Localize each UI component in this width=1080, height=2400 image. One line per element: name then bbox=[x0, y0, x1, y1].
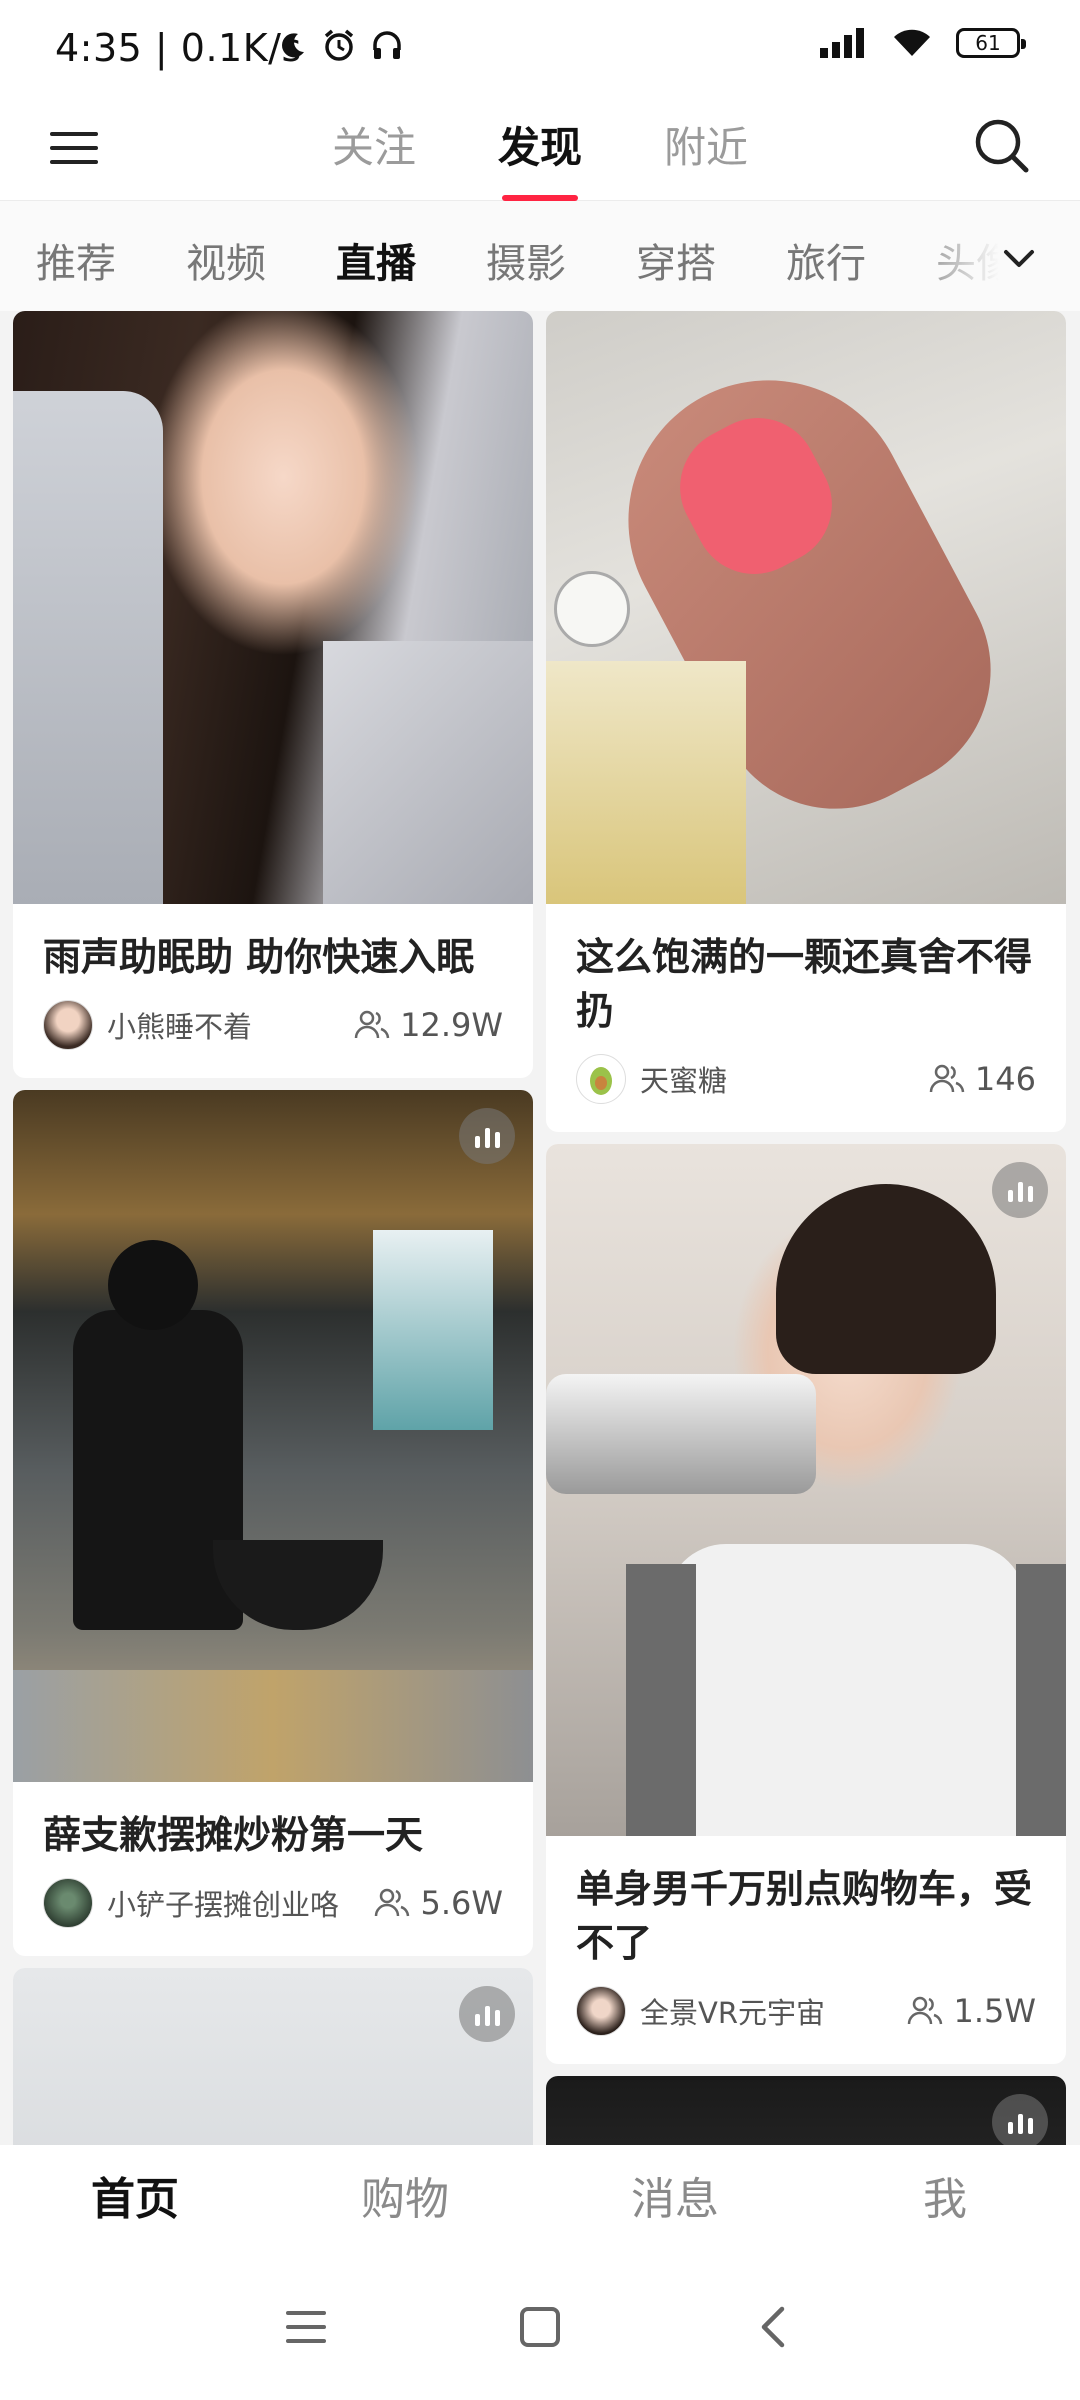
author-name: 全景VR元宇宙 bbox=[640, 1996, 825, 2030]
top-navigation: 关注 发现 附近 bbox=[0, 96, 1080, 201]
system-navigation-bar bbox=[0, 2255, 1080, 2400]
card-title: 这么饱满的一颗还真舍不得扔 bbox=[576, 935, 1033, 1033]
card-title: 薛支歉摆摊炒粉第一天 bbox=[43, 1813, 424, 1857]
channel-live[interactable]: 直播 bbox=[336, 231, 416, 289]
cover-image bbox=[13, 1090, 533, 1782]
viewer-count: 146 bbox=[929, 1060, 1036, 1098]
feed-card[interactable] bbox=[13, 1968, 533, 2145]
channel-photography[interactable]: 摄影 bbox=[486, 231, 566, 289]
card-author[interactable]: 小熊睡不着 bbox=[43, 1000, 252, 1050]
tab-me[interactable]: 我 bbox=[810, 2145, 1080, 2255]
live-indicator-icon bbox=[459, 1108, 515, 1164]
signal-icon bbox=[820, 28, 864, 58]
chevron-down-icon[interactable] bbox=[996, 235, 1042, 281]
feed-card[interactable] bbox=[546, 2076, 1066, 2145]
cover-image bbox=[546, 2076, 1066, 2145]
bottom-navigation: 首页 购物 消息 我 bbox=[0, 2145, 1080, 2255]
avatar bbox=[576, 1054, 626, 1104]
viewer-count: 1.5W bbox=[907, 1992, 1036, 2030]
tab-following[interactable]: 关注 bbox=[332, 114, 416, 187]
feed-card[interactable]: 雨声助眠助 助你快速入眠 小熊睡不着 12.9W bbox=[13, 311, 533, 1078]
people-icon bbox=[375, 1888, 410, 1917]
card-title: 单身男千万别点购物车，受不了 bbox=[576, 1867, 1033, 1965]
feed-card[interactable]: 薛支歉摆摊炒粉第一天 小铲子摆摊创业咯 5.6W bbox=[13, 1090, 533, 1956]
viewer-count: 12.9W bbox=[354, 1006, 503, 1044]
status-bar: 4:35 | 0.1K/s 61 bbox=[0, 0, 1080, 96]
people-icon bbox=[354, 1010, 390, 1039]
author-name: 天蜜糖 bbox=[640, 1064, 728, 1098]
author-name: 小熊睡不着 bbox=[107, 1010, 253, 1044]
channel-outfit[interactable]: 穿搭 bbox=[636, 231, 716, 289]
top-tabs: 关注 发现 附近 bbox=[0, 114, 1080, 187]
tab-home[interactable]: 首页 bbox=[0, 2145, 270, 2255]
status-time: 4:35 | 0.1K/s bbox=[55, 26, 302, 70]
people-icon bbox=[908, 1996, 943, 2025]
avocado-icon bbox=[590, 1067, 612, 1095]
channel-video[interactable]: 视频 bbox=[186, 231, 266, 289]
card-author[interactable]: 天蜜糖 bbox=[576, 1054, 727, 1104]
search-icon[interactable] bbox=[970, 114, 1034, 178]
home-icon[interactable] bbox=[512, 2299, 568, 2355]
tab-discover[interactable]: 发现 bbox=[498, 114, 582, 187]
tab-nearby[interactable]: 附近 bbox=[664, 114, 748, 187]
tab-shopping[interactable]: 购物 bbox=[270, 2145, 540, 2255]
cover-image bbox=[13, 1968, 533, 2145]
card-author[interactable]: 全景VR元宇宙 bbox=[576, 1986, 825, 2036]
discover-feed[interactable]: 雨声助眠助 助你快速入眠 小熊睡不着 12.9W 薛支歉摆摊炒粉第一天 小铲子摆… bbox=[0, 311, 1080, 2145]
channel-recommend[interactable]: 推荐 bbox=[36, 231, 116, 289]
avatar bbox=[43, 1878, 93, 1928]
tab-messages[interactable]: 消息 bbox=[540, 2145, 810, 2255]
live-indicator-icon bbox=[459, 1986, 515, 2042]
live-indicator-icon bbox=[992, 2094, 1048, 2145]
feed-card[interactable]: 单身男千万别点购物车，受不了 全景VR元宇宙 1.5W bbox=[546, 1144, 1066, 2064]
battery-icon: 61 bbox=[956, 28, 1026, 58]
live-indicator-icon bbox=[992, 1162, 1048, 1218]
channel-bar: 推荐 视频 直播 摄影 穿搭 旅行 头像 bbox=[0, 201, 1080, 311]
card-title: 雨声助眠助 助你快速入眠 bbox=[43, 935, 475, 979]
cover-image bbox=[546, 1144, 1066, 1836]
people-icon bbox=[929, 1064, 965, 1093]
card-author[interactable]: 小铲子摆摊创业咯 bbox=[43, 1878, 339, 1928]
author-name: 小铲子摆摊创业咯 bbox=[107, 1888, 340, 1922]
wifi-icon bbox=[894, 29, 930, 56]
viewer-count: 5.6W bbox=[374, 1884, 503, 1922]
avatar bbox=[576, 1986, 626, 2036]
feed-card[interactable]: 这么饱满的一颗还真舍不得扔 天蜜糖 146 bbox=[546, 311, 1066, 1132]
avatar bbox=[43, 1000, 93, 1050]
headphones-icon bbox=[373, 31, 401, 59]
recents-icon[interactable] bbox=[278, 2299, 334, 2355]
cover-image bbox=[13, 311, 533, 904]
cover-image bbox=[546, 311, 1066, 904]
alarm-icon bbox=[324, 29, 354, 61]
back-icon[interactable] bbox=[746, 2299, 802, 2355]
moon-icon bbox=[282, 33, 304, 58]
channel-travel[interactable]: 旅行 bbox=[786, 231, 866, 289]
